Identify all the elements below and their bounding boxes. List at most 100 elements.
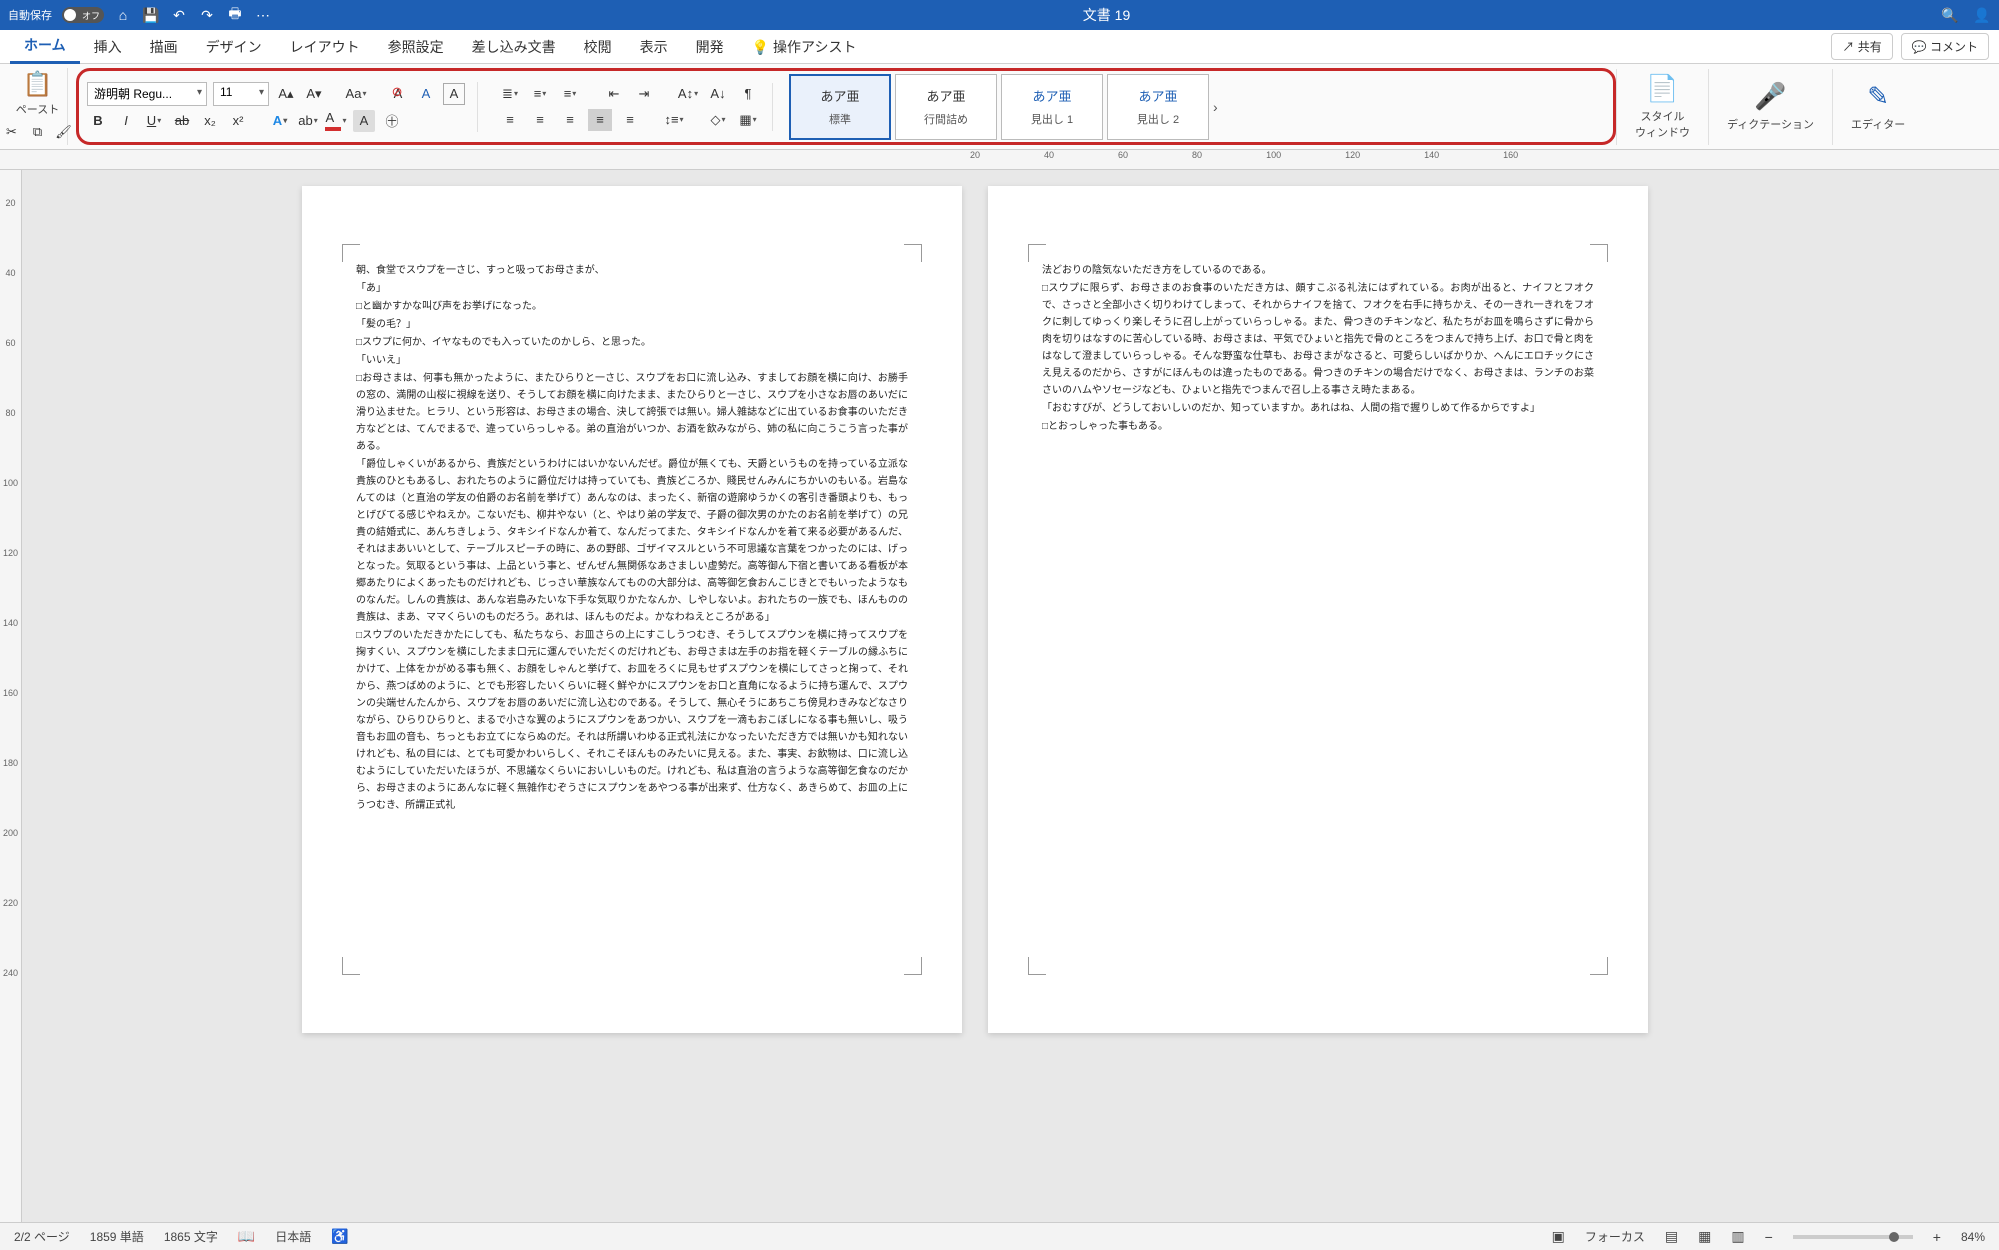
font-size-select[interactable]: 11 (213, 82, 269, 106)
vertical-ruler[interactable]: 204060 80100120 140160180 200220240 (0, 170, 22, 1222)
text-direction-icon[interactable]: A↕ (676, 83, 700, 105)
multilevel-list-icon[interactable]: ≡ (558, 83, 582, 105)
tab-references[interactable]: 参照設定 (374, 31, 458, 63)
char-border-icon[interactable]: A (443, 83, 465, 105)
zoom-slider[interactable] (1793, 1235, 1913, 1239)
style-heading1[interactable]: あア亜 見出し 1 (1001, 74, 1103, 140)
page-2[interactable]: 法どおりの陰気ないただき方をしているのである。 □スウプに限らず、お母さまのお食… (988, 186, 1648, 1033)
justify-icon[interactable]: ≡ (588, 109, 612, 131)
style-heading2[interactable]: あア亜 見出し 2 (1107, 74, 1209, 140)
document-title: 文書 19 (272, 5, 1941, 25)
superscript-icon[interactable]: x² (227, 110, 249, 132)
account-icon[interactable]: 👤 (1973, 6, 1991, 24)
tab-tell-me[interactable]: 💡操作アシスト (738, 31, 871, 63)
page-1[interactable]: 朝、食堂でスウプを一さじ、すっと吸ってお母さまが、 「あ」 □と幽かすかな叫び声… (302, 186, 962, 1033)
italic-icon[interactable]: I (115, 110, 137, 132)
print-icon[interactable]: 🖶 (226, 6, 244, 24)
bulb-icon: 💡 (752, 39, 769, 55)
char-shading-icon[interactable]: A (353, 110, 375, 132)
autosave-toggle[interactable]: オフ (62, 7, 104, 23)
font-group: 游明朝 Regu... 11 A▴ A▾ Aa A⊘ A A B I U ab … (87, 82, 478, 132)
cut-icon[interactable]: ✂ (1, 121, 23, 143)
zoom-level[interactable]: 84% (1961, 1230, 1985, 1244)
font-family-select[interactable]: 游明朝 Regu... (87, 82, 207, 106)
styles-more-icon[interactable]: › (1213, 99, 1233, 115)
crop-mark-icon (904, 244, 922, 262)
line-spacing-icon[interactable]: ↕≡ (662, 109, 686, 131)
home-icon[interactable]: ⌂ (114, 6, 132, 24)
align-left-icon[interactable]: ≡ (498, 109, 522, 131)
tab-home[interactable]: ホーム (10, 29, 80, 64)
tab-mailings[interactable]: 差し込み文書 (458, 31, 570, 63)
tab-developer[interactable]: 開発 (682, 31, 738, 63)
align-right-icon[interactable]: ≡ (558, 109, 582, 131)
bullets-icon[interactable]: ≣ (498, 83, 522, 105)
ribbon: 📋 ペースト ✂ ⧉ 🖌 游明朝 Regu... 11 A▴ A▾ Aa A⊘ … (0, 64, 1999, 150)
subscript-icon[interactable]: x₂ (199, 110, 221, 132)
styles-pane-group[interactable]: 📄 スタイル ウィンドウ (1616, 69, 1708, 145)
highlighted-ribbon-region: 游明朝 Regu... 11 A▴ A▾ Aa A⊘ A A B I U ab … (76, 68, 1616, 145)
focus-mode-icon[interactable]: ▣ (1552, 1228, 1565, 1245)
page-1-body[interactable]: 朝、食堂でスウプを一さじ、すっと吸ってお母さまが、 「あ」 □と幽かすかな叫び声… (356, 262, 908, 814)
page-2-body[interactable]: 法どおりの陰気ないただき方をしているのである。 □スウプに限らず、お母さまのお食… (1042, 262, 1594, 435)
distributed-icon[interactable]: ≡ (618, 109, 642, 131)
share-button[interactable]: ↗ 共有 (1831, 33, 1892, 60)
tab-review[interactable]: 校閲 (570, 31, 626, 63)
language-indicator[interactable]: 日本語 (275, 1228, 311, 1245)
shrink-font-icon[interactable]: A▾ (303, 83, 325, 105)
font-color-icon[interactable]: A (325, 110, 347, 132)
word-count[interactable]: 1859 単語 (90, 1228, 144, 1245)
text-effects-icon[interactable]: A (269, 110, 291, 132)
zoom-in-icon[interactable]: + (1933, 1229, 1941, 1245)
spellcheck-icon[interactable]: 📖 (238, 1228, 255, 1245)
style-normal[interactable]: あア亜 標準 (789, 74, 891, 140)
bold-icon[interactable]: B (87, 110, 109, 132)
more-icon[interactable]: ⋯ (254, 6, 272, 24)
phonetic-guide-icon[interactable]: A (415, 83, 437, 105)
undo-icon[interactable]: ↶ (170, 6, 188, 24)
enclose-char-icon[interactable]: ㊉ (381, 110, 403, 132)
mic-icon: 🎤 (1754, 81, 1786, 112)
format-painter-icon[interactable]: 🖌 (53, 121, 75, 143)
tab-layout[interactable]: レイアウト (276, 31, 374, 63)
increase-indent-icon[interactable]: ⇥ (632, 83, 656, 105)
change-case-icon[interactable]: Aa (345, 83, 367, 105)
shading-icon[interactable]: ◇ (706, 109, 730, 131)
show-marks-icon[interactable]: ¶ (736, 83, 760, 105)
char-count[interactable]: 1865 文字 (164, 1228, 218, 1245)
dictation-group[interactable]: 🎤 ディクテーション (1708, 69, 1832, 145)
paste-icon[interactable]: 📋 (23, 70, 53, 99)
grow-font-icon[interactable]: A▴ (275, 83, 297, 105)
borders-icon[interactable]: ▦ (736, 109, 760, 131)
copy-icon[interactable]: ⧉ (27, 121, 49, 143)
decrease-indent-icon[interactable]: ⇤ (602, 83, 626, 105)
highlight-color-icon[interactable]: ab (297, 110, 319, 132)
sort-icon[interactable]: A↓ (706, 83, 730, 105)
strikethrough-icon[interactable]: ab (171, 110, 193, 132)
zoom-out-icon[interactable]: − (1765, 1229, 1773, 1245)
style-no-spacing[interactable]: あア亜 行間詰め (895, 74, 997, 140)
styles-group: あア亜 標準 あア亜 行間詰め あア亜 見出し 1 あア亜 見出し 2 › (781, 74, 1241, 140)
focus-label[interactable]: フォーカス (1585, 1228, 1645, 1245)
tab-insert[interactable]: 挿入 (80, 31, 136, 63)
numbering-icon[interactable]: ≡ (528, 83, 552, 105)
tab-design[interactable]: デザイン (192, 31, 276, 63)
underline-icon[interactable]: U (143, 110, 165, 132)
tab-view[interactable]: 表示 (626, 31, 682, 63)
comments-button[interactable]: 💬 コメント (1901, 33, 1989, 60)
clear-formatting-icon[interactable]: A⊘ (387, 83, 409, 105)
search-icon[interactable]: 🔍 (1941, 6, 1959, 24)
print-layout-icon[interactable]: ▤ (1665, 1228, 1678, 1245)
tab-draw[interactable]: 描画 (136, 31, 192, 63)
crop-mark-icon (1590, 957, 1608, 975)
web-layout-icon[interactable]: ▥ (1731, 1228, 1744, 1245)
page-count[interactable]: 2/2 ページ (14, 1228, 70, 1245)
save-icon[interactable]: 💾 (142, 6, 160, 24)
redo-icon[interactable]: ↷ (198, 6, 216, 24)
horizontal-ruler[interactable]: 20 40 60 80 100 120 140 160 (0, 150, 1999, 170)
read-mode-icon[interactable]: ▦ (1698, 1228, 1711, 1245)
align-center-icon[interactable]: ≡ (528, 109, 552, 131)
accessibility-icon[interactable]: ♿ (331, 1228, 348, 1245)
paragraph-group: ≣ ≡ ≡ ⇤ ⇥ A↕ A↓ ¶ ≡ ≡ ≡ ≡ ≡ ↕≡ ◇ (486, 83, 773, 131)
editor-group[interactable]: ✎ エディター (1832, 69, 1923, 145)
